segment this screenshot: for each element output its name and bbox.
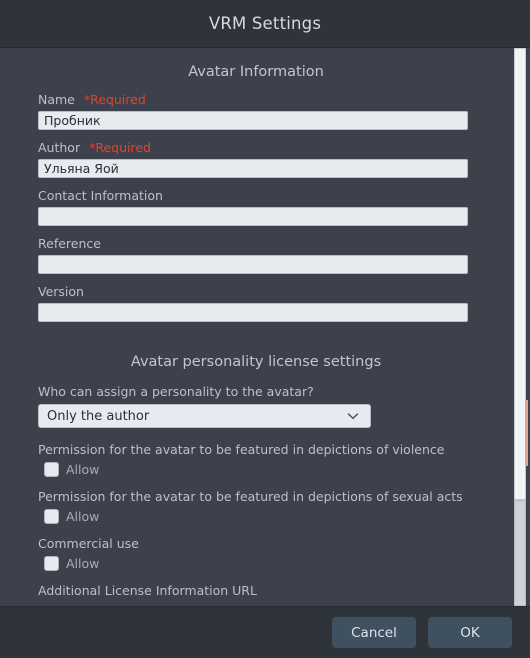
field-name-label-row: Name *Required xyxy=(38,92,468,107)
author-input[interactable] xyxy=(38,159,468,178)
version-input[interactable] xyxy=(38,303,468,322)
dialog-titlebar: VRM Settings xyxy=(0,0,530,48)
field-reference: Reference xyxy=(0,236,512,274)
personality-assign-select[interactable]: Only the author xyxy=(38,404,371,428)
personality-assign-value: Only the author xyxy=(47,408,150,424)
field-version: Version xyxy=(0,284,512,322)
ok-button[interactable]: OK xyxy=(428,617,512,648)
permission-violence: Permission for the avatar to be featured… xyxy=(0,442,512,477)
field-version-label-row: Version xyxy=(38,284,468,299)
allow-label: Allow xyxy=(66,556,100,571)
additional-license-url-label: Additional License Information URL xyxy=(38,583,257,598)
vrm-settings-dialog: VRM Settings Avatar Information Name *Re… xyxy=(0,0,530,658)
field-author: Author *Required xyxy=(0,140,512,178)
field-personality-assign: Who can assign a personality to the avat… xyxy=(0,384,512,428)
permission-caption: Commercial use xyxy=(38,536,139,551)
dialog-footer: Cancel OK xyxy=(0,606,530,658)
required-marker: *Required xyxy=(89,140,151,155)
field-reference-label-row: Reference xyxy=(38,236,468,251)
permission-sexual-acts: Permission for the avatar to be featured… xyxy=(0,489,512,524)
permission-sexual-acts-row[interactable]: Allow xyxy=(38,509,492,524)
license-settings-heading: Avatar personality license settings xyxy=(130,354,382,370)
field-contact-information: Contact Information xyxy=(0,188,512,226)
contact-information-input[interactable] xyxy=(38,207,468,226)
allow-label: Allow xyxy=(66,509,100,524)
field-label: Name xyxy=(38,92,75,107)
checkbox-unchecked-icon[interactable] xyxy=(44,556,59,571)
cancel-button[interactable]: Cancel xyxy=(332,617,416,648)
field-author-label-row: Author *Required xyxy=(38,140,468,155)
field-name: Name *Required xyxy=(0,92,512,130)
reference-input[interactable] xyxy=(38,255,468,274)
permission-violence-row[interactable]: Allow xyxy=(38,462,492,477)
allow-label: Allow xyxy=(66,462,100,477)
field-label: Version xyxy=(38,284,84,299)
avatar-information-heading: Avatar Information xyxy=(188,64,324,80)
personality-assign-question: Who can assign a personality to the avat… xyxy=(38,384,314,399)
field-label: Reference xyxy=(38,236,101,251)
field-label: Author xyxy=(38,140,81,155)
checkbox-unchecked-icon[interactable] xyxy=(44,509,59,524)
required-marker: *Required xyxy=(83,92,146,107)
field-contact-label-row: Contact Information xyxy=(38,188,468,203)
settings-content: Avatar Information Name *Required Author… xyxy=(0,48,512,606)
permission-caption: Permission for the avatar to be featured… xyxy=(38,442,445,457)
field-label: Contact Information xyxy=(38,188,163,203)
settings-scroll-area: Avatar Information Name *Required Author… xyxy=(0,48,530,606)
permission-commercial-use: Commercial use Allow xyxy=(0,536,512,571)
scrollbar-lower-section[interactable] xyxy=(514,499,526,606)
vertical-scrollbar[interactable] xyxy=(512,48,528,606)
name-input[interactable] xyxy=(38,111,468,130)
checkbox-unchecked-icon[interactable] xyxy=(44,462,59,477)
chevron-down-icon xyxy=(346,409,360,423)
permission-caption: Permission for the avatar to be featured… xyxy=(38,489,463,504)
scrollbar-edge-accent xyxy=(525,399,528,467)
dialog-title: VRM Settings xyxy=(208,14,322,33)
permission-commercial-use-row[interactable]: Allow xyxy=(38,556,492,571)
